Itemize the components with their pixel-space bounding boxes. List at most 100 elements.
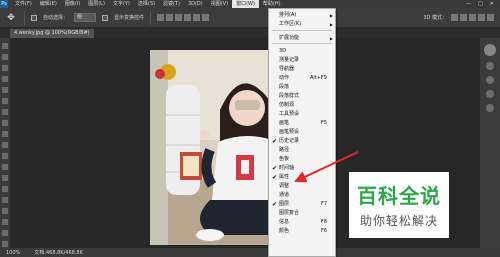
menu-image[interactable]: 图像(I) bbox=[61, 0, 84, 8]
menu-type[interactable]: 文字(Y) bbox=[109, 0, 134, 8]
window-menu-item-label: 工具预设 bbox=[279, 111, 300, 117]
window-menu-item[interactable]: 画笔预设 bbox=[269, 128, 335, 137]
window-menu-item[interactable]: 3D bbox=[269, 47, 335, 56]
quick-select-tool-icon[interactable] bbox=[2, 76, 8, 82]
window-menu-item[interactable]: 导航器 bbox=[269, 65, 335, 74]
close-icon[interactable]: ✕ bbox=[490, 1, 494, 7]
window-menu-item[interactable]: ✔ 图层 F7 bbox=[269, 200, 335, 209]
document-tab[interactable]: 4.wenky.jpg @ 100%(RGB/8#) bbox=[10, 29, 94, 38]
history-brush-tool-icon[interactable] bbox=[2, 142, 8, 148]
window-menu-item[interactable]: ✔ 属性 bbox=[269, 173, 335, 182]
3d-mode-icons bbox=[451, 14, 494, 21]
shape-tool-icon[interactable] bbox=[2, 230, 8, 236]
menu-edit[interactable]: 编辑(E) bbox=[36, 0, 61, 8]
minimize-icon[interactable]: — bbox=[466, 1, 471, 7]
move-tool-icon[interactable] bbox=[2, 43, 8, 49]
swatches-panel-icon[interactable] bbox=[486, 62, 494, 70]
menu-help[interactable]: 帮助(H) bbox=[259, 0, 285, 8]
pen-tool-icon[interactable] bbox=[2, 197, 8, 203]
3d-roll-icon[interactable] bbox=[460, 14, 467, 21]
window-menu-item[interactable]: 动作 Alt+F9 bbox=[269, 74, 335, 83]
window-menu-item[interactable]: 段落 bbox=[269, 83, 335, 92]
window-menu-item[interactable]: 画笔 F5 bbox=[269, 119, 335, 128]
checkmark-icon: ✔ bbox=[272, 201, 278, 208]
window-menu-item-label: 图层复合 bbox=[279, 210, 300, 216]
window-menu-item[interactable]: ✔ 历史记录 bbox=[269, 137, 335, 146]
align-left-icon[interactable] bbox=[184, 14, 192, 21]
window-menu-item[interactable]: 通道 bbox=[269, 191, 335, 200]
window-menu-item[interactable]: 调整 bbox=[269, 182, 335, 191]
menu-3d[interactable]: 3D(D) bbox=[184, 0, 207, 8]
window-menu-item[interactable]: 段落样式 bbox=[269, 92, 335, 101]
brush-tool-icon[interactable] bbox=[2, 120, 8, 126]
window-menu-item[interactable]: 工具预设 bbox=[269, 110, 335, 119]
eraser-tool-icon[interactable] bbox=[2, 153, 8, 159]
zoom-level[interactable]: 100% bbox=[6, 250, 20, 256]
window-menu-item-label: 3D bbox=[279, 48, 287, 54]
window-menu-item[interactable]: 路径 bbox=[269, 146, 335, 155]
menu-window[interactable]: 窗口(W) bbox=[232, 0, 259, 8]
window-menu-item[interactable]: 仿制源 bbox=[269, 101, 335, 110]
marquee-tool-icon[interactable] bbox=[2, 54, 8, 60]
adjustments-panel-icon[interactable] bbox=[486, 76, 494, 84]
channels-panel-icon[interactable] bbox=[486, 104, 494, 112]
watermark-title: 百科全说 bbox=[357, 184, 441, 208]
window-menu-item-label: 历史记录 bbox=[279, 138, 300, 144]
type-tool-icon[interactable] bbox=[2, 208, 8, 214]
window-menu-item[interactable]: 测量记录 bbox=[269, 56, 335, 65]
menu-file[interactable]: 文件(F) bbox=[11, 0, 36, 8]
3d-rotate-icon[interactable] bbox=[451, 14, 458, 21]
divider bbox=[24, 10, 25, 25]
auto-select-dropdown[interactable]: 组 bbox=[74, 13, 97, 22]
auto-select-checkbox[interactable] bbox=[31, 14, 37, 21]
move-tool-icon[interactable]: ✥ bbox=[4, 11, 18, 25]
menu-filter[interactable]: 滤镜(T) bbox=[159, 0, 184, 8]
document-tab-bar: 4.wenky.jpg @ 100%(RGB/8#) bbox=[0, 28, 500, 38]
align-icons bbox=[157, 14, 210, 21]
window-menu-item-label: 画笔 bbox=[279, 120, 290, 126]
shortcut-label: F6 bbox=[320, 228, 327, 234]
lasso-tool-icon[interactable] bbox=[2, 65, 8, 71]
window-menu-item-label: 路径 bbox=[279, 147, 290, 153]
align-middle-icon[interactable] bbox=[166, 14, 174, 21]
shortcut-label: F5 bbox=[320, 120, 327, 126]
window-menu-item[interactable]: 颜色 F6 bbox=[269, 227, 335, 236]
healing-tool-icon[interactable] bbox=[2, 109, 8, 115]
menu-select[interactable]: 选择(S) bbox=[134, 0, 159, 8]
eyedropper-tool-icon[interactable] bbox=[2, 98, 8, 104]
window-menu-item[interactable]: 工作区(K) ▶ bbox=[269, 20, 335, 29]
auto-select-label: 自动选择： bbox=[43, 15, 69, 21]
window-menu-item[interactable]: 排列(A) ▶ bbox=[269, 11, 335, 20]
align-right-icon[interactable] bbox=[202, 14, 210, 21]
dodge-tool-icon[interactable] bbox=[2, 186, 8, 192]
watermark-subtitle: 助你轻松解决 bbox=[359, 214, 438, 228]
stamp-tool-icon[interactable] bbox=[2, 131, 8, 137]
hand-tool-icon[interactable] bbox=[2, 241, 8, 247]
window-menu-item[interactable]: 色板 bbox=[269, 155, 335, 164]
crop-tool-icon[interactable] bbox=[2, 87, 8, 93]
window-menu-item[interactable]: 图层复合 bbox=[269, 209, 335, 218]
right-panel-strip bbox=[480, 38, 500, 248]
path-select-tool-icon[interactable] bbox=[2, 219, 8, 225]
window-menu-item[interactable]: 扩展功能 ▶ bbox=[269, 34, 335, 43]
color-panel-icon[interactable] bbox=[484, 44, 496, 56]
gradient-tool-icon[interactable] bbox=[2, 164, 8, 170]
align-bottom-icon[interactable] bbox=[175, 14, 183, 21]
blur-tool-icon[interactable] bbox=[2, 175, 8, 181]
layers-panel-icon[interactable] bbox=[486, 90, 494, 98]
window-menu-item[interactable]: 信息 F8 bbox=[269, 218, 335, 227]
maximize-icon[interactable]: □ bbox=[478, 1, 483, 7]
align-top-icon[interactable] bbox=[157, 14, 165, 21]
window-menu-item[interactable]: ✔ 时间轴 bbox=[269, 164, 335, 173]
align-center-icon[interactable] bbox=[193, 14, 201, 21]
3d-mode-label: 3D 模式： bbox=[423, 15, 447, 21]
window-menu-item-label: 排列(A) bbox=[279, 12, 297, 18]
3d-scale-icon[interactable] bbox=[487, 14, 494, 21]
3d-slide-icon[interactable] bbox=[478, 14, 485, 21]
menu-layer[interactable]: 图层(L) bbox=[84, 0, 109, 8]
menu-view[interactable]: 视图(V) bbox=[207, 0, 232, 8]
window-menu-item-label: 测量记录 bbox=[279, 57, 300, 63]
show-transform-checkbox[interactable] bbox=[102, 14, 109, 21]
3d-pan-icon[interactable] bbox=[469, 14, 476, 21]
window-menu-item-label: 颜色 bbox=[279, 228, 290, 234]
